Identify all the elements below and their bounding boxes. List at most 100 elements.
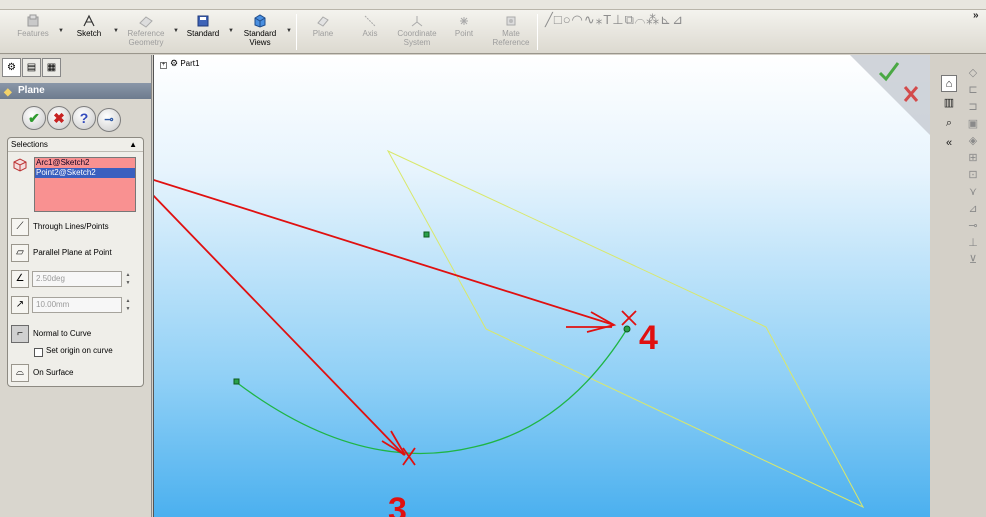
toolbar-axis-button[interactable]: Axis — [350, 12, 390, 52]
toolbar-features-button[interactable]: Features — [8, 12, 58, 52]
collapse-left-icon[interactable]: « — [941, 135, 957, 152]
angle-input[interactable]: 2.50deg — [32, 271, 122, 287]
coordinate-system-icon — [411, 16, 423, 27]
text-tool-icon[interactable]: T — [603, 12, 612, 27]
distance-input[interactable]: 10.00mm — [32, 297, 122, 313]
selection-list-item[interactable]: Arc1@Sketch2 — [35, 158, 135, 168]
graphics-area[interactable]: + ⚙ Part1 4 3 — [153, 55, 930, 517]
sketch-arc[interactable] — [235, 328, 628, 455]
panel-action-buttons: ✔ ✖? ⊸ — [22, 106, 122, 132]
plane-icon — [317, 16, 329, 27]
help-button[interactable]: ? — [72, 106, 96, 130]
coincident-icon[interactable]: ⊿ — [964, 201, 982, 218]
fix-icon[interactable]: ▣ — [964, 116, 982, 133]
rectangle-tool-icon[interactable]: □ — [554, 12, 563, 27]
ok-button[interactable]: ✔ — [22, 106, 46, 130]
toolbar-label: Coordinate System — [397, 29, 437, 47]
symmetric-icon[interactable]: ⊻ — [964, 252, 982, 269]
home-icon[interactable]: ⌂ — [941, 75, 957, 92]
selection-list[interactable]: Arc1@Sketch2 Point2@Sketch2 — [34, 157, 136, 212]
selection-list-item[interactable]: Point2@Sketch2 — [35, 168, 135, 178]
toolbar-label: Axis — [362, 29, 378, 38]
angle-spin-arrows[interactable]: ▲ ▼ — [124, 271, 132, 287]
mirror-tool-icon[interactable]: ⧉ — [625, 12, 635, 27]
cancel-button[interactable]: ✖ — [47, 106, 71, 130]
distance-icon[interactable]: ↗ — [11, 296, 29, 314]
annotation-label-3: 3 — [388, 491, 407, 517]
task-pane-tabs: ⌂ ▥ ⌕ « — [941, 75, 959, 155]
toolbar-separator — [537, 14, 538, 50]
standard-icon — [197, 15, 209, 27]
set-origin-label: Set origin on curve — [46, 346, 113, 355]
toolbar-standard-button[interactable]: Standard — [180, 12, 226, 52]
panel-tabs: ⚙ ▤ ▦ — [2, 58, 62, 78]
option-label: Parallel Plane at Point — [33, 248, 112, 257]
toolbar-label: Reference Geometry — [127, 29, 165, 47]
pin-button[interactable]: ⊸ — [97, 108, 121, 132]
reference-geometry-icon — [139, 16, 153, 28]
angle-icon[interactable]: ∠ — [11, 270, 29, 288]
horizontal-icon[interactable]: ⊏ — [964, 82, 982, 99]
sketch-icon[interactable]: ⊞ — [964, 150, 982, 167]
pattern-tool-icon[interactable]: ⁂ — [646, 12, 660, 27]
toolbar-mate-reference-button[interactable]: Mate Reference — [489, 12, 533, 52]
chevron-down-icon[interactable]: ▼ — [113, 28, 119, 34]
sketch-icon — [83, 14, 95, 27]
on-surface-icon[interactable]: ⌓ — [11, 364, 29, 382]
arc-endpoint[interactable] — [623, 325, 631, 333]
arc-tool-icon[interactable]: ◠ — [572, 12, 584, 27]
mate-reference-icon — [506, 16, 516, 26]
convert-icon[interactable]: ⊡ — [964, 167, 982, 184]
toolbar-reference-geometry-button[interactable]: Reference Geometry — [120, 12, 172, 52]
selections-header-label: Selections — [11, 140, 48, 149]
task-pane-bar: ⌂ ▥ ⌕ « ◇ ⊏ ⊐ ▣ ◈ ⊞ ⊡ ⋎ ⊿ ⊸ ⊥ ⊻ — [931, 55, 986, 517]
chevron-down-icon[interactable]: ▼ — [228, 28, 234, 34]
through-lines-icon[interactable]: ⟋ — [11, 218, 29, 236]
toolbar-label: Mate Reference — [492, 29, 530, 47]
annotation-arrows — [154, 179, 637, 466]
selection-cube-icon — [12, 157, 28, 173]
axis-icon — [364, 15, 376, 27]
feature-manager-icon[interactable]: ⚙ — [2, 58, 21, 77]
chevron-down-icon[interactable]: ▼ — [58, 28, 64, 34]
normal-to-curve-icon[interactable]: ⌐ — [11, 325, 29, 343]
library-icon[interactable]: ▥ — [941, 95, 957, 112]
collapse-up-icon[interactable]: ▲ — [129, 138, 137, 152]
command-manager-toolbar: Features ▼ Sketch ▼ Reference Geometry ▼… — [0, 10, 986, 54]
toolbar-point-button[interactable]: Point — [444, 12, 484, 52]
circle-tool-icon[interactable]: ○ — [563, 12, 572, 27]
toolbar-coordinate-system-button[interactable]: Coordinate System — [393, 12, 441, 52]
distance-spin-arrows[interactable]: ▲ ▼ — [124, 297, 132, 313]
diamond-icon[interactable]: ◇ — [964, 65, 982, 82]
configuration-manager-icon[interactable]: ▦ — [42, 58, 61, 77]
annotation-label-4: 4 — [639, 319, 658, 357]
line-tool-icon[interactable]: ╱ — [545, 12, 554, 27]
toolbar-label: Standard Views — [243, 29, 277, 47]
vertical-icon[interactable]: ⊐ — [964, 99, 982, 116]
parallel-plane-icon[interactable]: ▱ — [11, 244, 29, 262]
offset-tool-icon[interactable]: ⌒ — [635, 12, 646, 27]
property-manager-icon[interactable]: ▤ — [22, 58, 41, 77]
toolbar-expand-button[interactable]: » — [973, 10, 979, 21]
toolbar-plane-button[interactable]: Plane — [303, 12, 343, 52]
option-label: Through Lines/Points — [33, 222, 109, 231]
parallel-icon[interactable]: ⊸ — [964, 218, 982, 235]
dimension-tool-icon[interactable]: ⊿ — [672, 12, 684, 27]
toolbar-standard-views-button[interactable]: Standard Views — [236, 12, 284, 52]
sketch-tools-row: ╱□○◠∿⁎T⊥⧉⌒⁂⊾⊿ — [545, 12, 684, 32]
chevron-down-icon[interactable]: ▼ — [173, 28, 179, 34]
selections-header[interactable]: Selections ▲ — [8, 138, 143, 152]
spline-tool-icon[interactable]: ∿ — [584, 12, 596, 27]
trim-tool-icon[interactable]: ⊥ — [612, 12, 624, 27]
set-origin-checkbox[interactable] — [34, 348, 43, 357]
axis-icon[interactable]: ⋎ — [964, 184, 982, 201]
arc-endpoint[interactable] — [233, 378, 240, 385]
plane-handle[interactable] — [423, 231, 430, 238]
perpendicular-icon[interactable]: ⊥ — [964, 235, 982, 252]
relation-tool-icon[interactable]: ⊾ — [660, 12, 672, 27]
sketch-relations-toolbar: ◇ ⊏ ⊐ ▣ ◈ ⊞ ⊡ ⋎ ⊿ ⊸ ⊥ ⊻ — [964, 65, 982, 269]
chevron-down-icon[interactable]: ▼ — [286, 28, 292, 34]
search-icon[interactable]: ⌕ — [941, 115, 957, 132]
toolbar-sketch-button[interactable]: Sketch — [68, 12, 110, 52]
plane-icon[interactable]: ◈ — [964, 133, 982, 150]
